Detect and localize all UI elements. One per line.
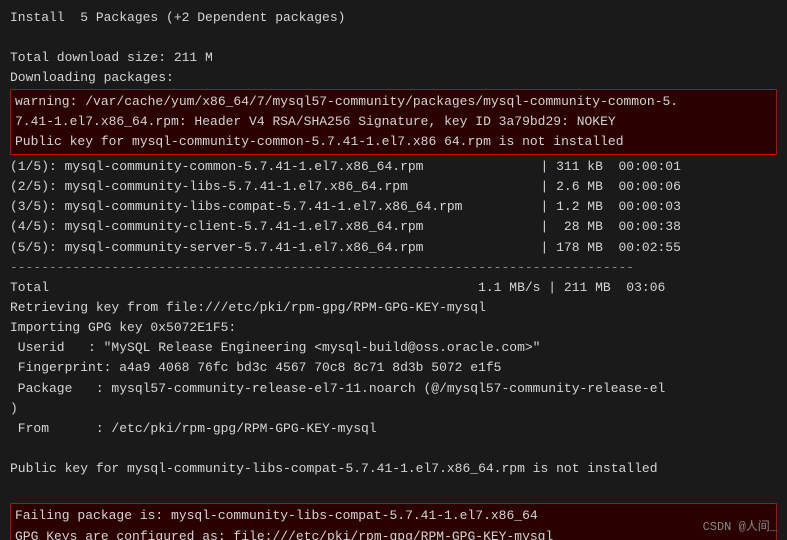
terminal-window: Install 5 Packages (+2 Dependent package… [0, 0, 787, 540]
line-fail1: Failing package is: mysql-community-libs… [15, 506, 772, 526]
line-userid: Userid : "MySQL Release Engineering <mys… [10, 338, 777, 358]
line-warn1: warning: /var/cache/yum/x86_64/7/mysql57… [15, 92, 772, 112]
line-blank2 [10, 439, 777, 459]
line-prog1: (1/5): mysql-community-common-5.7.41-1.e… [10, 157, 777, 177]
line-fail2: GPG Keys are configured as: file:///etc/… [15, 527, 772, 540]
line-download-size: Total download size: 211 M [10, 48, 777, 68]
line-downloading: Downloading packages: [10, 68, 777, 88]
line-fingerprint: Fingerprint: a4a9 4068 76fc bd3c 4567 70… [10, 358, 777, 378]
line-prog3: (3/5): mysql-community-libs-compat-5.7.4… [10, 197, 777, 217]
line-warn2: 7.41-1.el7.x86_64.rpm: Header V4 RSA/SHA… [15, 112, 772, 132]
line-blank3 [10, 479, 777, 499]
line-prog5: (5/5): mysql-community-server-5.7.41-1.e… [10, 238, 777, 258]
error-block: Failing package is: mysql-community-libs… [10, 503, 777, 540]
line-pubkey-warn: Public key for mysql-community-libs-comp… [10, 459, 777, 479]
line-retrieving-key: Retrieving key from file:///etc/pki/rpm-… [10, 298, 777, 318]
line-blank1 [10, 28, 777, 48]
line-from-info: From : /etc/pki/rpm-gpg/RPM-GPG-KEY-mysq… [10, 419, 777, 439]
line-divider: ----------------------------------------… [10, 258, 777, 278]
line-prog4: (4/5): mysql-community-client-5.7.41-1.e… [10, 217, 777, 237]
line-importing-gpg: Importing GPG key 0x5072E1F5: [10, 318, 777, 338]
line-warn3: Public key for mysql-community-common-5.… [15, 132, 772, 152]
line-close-paren: ) [10, 399, 777, 419]
warning-block: warning: /var/cache/yum/x86_64/7/mysql57… [10, 89, 777, 155]
watermark: CSDN @人间_ [703, 517, 777, 534]
line-install-header: Install 5 Packages (+2 Dependent package… [10, 8, 777, 28]
line-prog2: (2/5): mysql-community-libs-5.7.41-1.el7… [10, 177, 777, 197]
line-total-speed: Total 1.1 MB/s | 211 MB 03:06 [10, 278, 777, 298]
line-package-info: Package : mysql57-community-release-el7-… [10, 379, 777, 399]
